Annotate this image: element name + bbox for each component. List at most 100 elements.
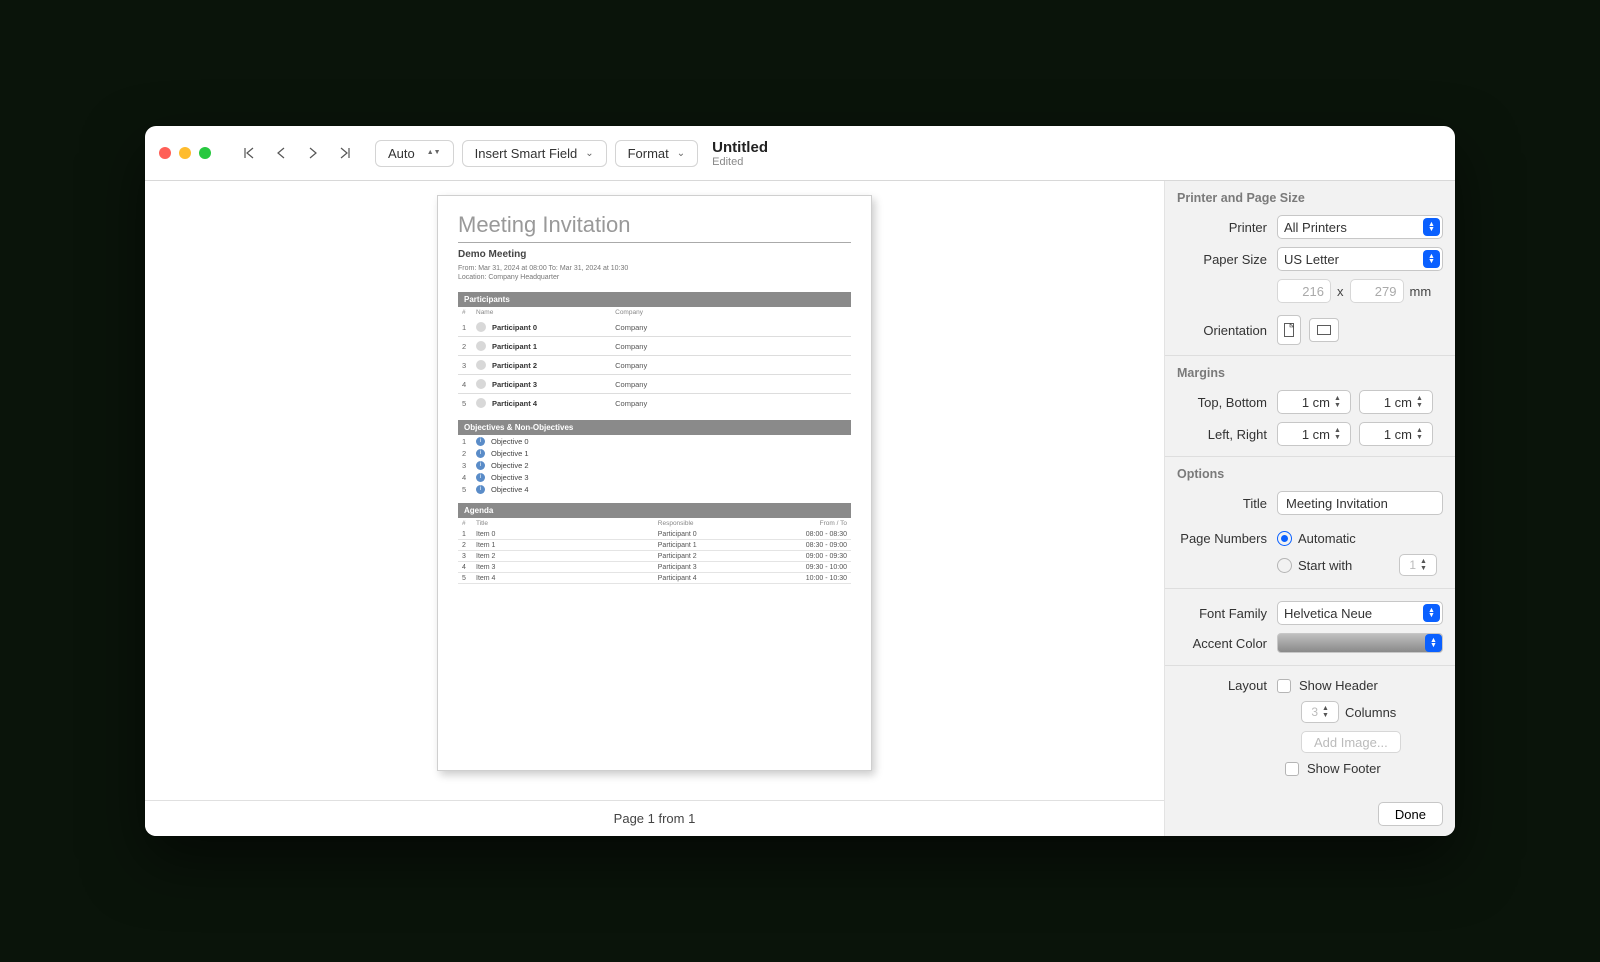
fullscreen-window-button[interactable] xyxy=(199,147,211,159)
app-window: Auto ▲▼ Insert Smart Field ⌄ Format ⌄ Un… xyxy=(145,126,1455,836)
select-caret-icon: ▲▼ xyxy=(1423,218,1440,236)
header-columns-stepper[interactable]: 3▲▼ xyxy=(1301,701,1339,723)
select-caret-icon: ▲▼ xyxy=(1423,604,1440,622)
show-header-checkbox[interactable] xyxy=(1277,679,1291,693)
page-height-input[interactable] xyxy=(1350,279,1404,303)
document-title-block: Untitled Edited xyxy=(712,139,768,168)
agenda-columns: # Title Responsible From / To xyxy=(458,518,851,529)
top-bottom-label: Top, Bottom xyxy=(1177,395,1277,410)
agenda-header: Agenda xyxy=(458,503,851,518)
toolbar: Auto ▲▼ Insert Smart Field ⌄ Format ⌄ Un… xyxy=(145,126,1455,181)
close-window-button[interactable] xyxy=(159,147,171,159)
select-caret-icon: ▲▼ xyxy=(1425,634,1442,652)
window-body: Meeting Invitation Demo Meeting From: Ma… xyxy=(145,181,1455,836)
insert-smart-field-dropdown[interactable]: Insert Smart Field ⌄ xyxy=(462,140,607,167)
title-input[interactable]: Meeting Invitation xyxy=(1277,491,1443,515)
printer-label: Printer xyxy=(1177,220,1277,235)
select-caret-icon: ▲▼ xyxy=(1423,250,1440,268)
portrait-icon xyxy=(1284,323,1294,337)
participant-row: 1Participant 0Company xyxy=(458,318,851,337)
avatar-icon xyxy=(476,379,486,389)
dimension-separator: x xyxy=(1337,284,1344,299)
add-image-button[interactable]: Add Image... xyxy=(1301,731,1401,753)
inspector-sidebar: Printer and Page Size Printer All Printe… xyxy=(1165,181,1455,836)
objective-icon: i xyxy=(476,473,485,482)
stepper-icon[interactable]: ▲▼ xyxy=(1322,702,1336,722)
window-controls xyxy=(159,147,211,159)
start-with-label: Start with xyxy=(1298,558,1399,573)
page-counter: Page 1 from 1 xyxy=(145,800,1164,836)
objective-icon: i xyxy=(476,461,485,470)
orientation-label: Orientation xyxy=(1177,323,1277,338)
chevron-down-icon: ⌄ xyxy=(677,148,685,159)
printer-select[interactable]: All Printers ▲▼ xyxy=(1277,215,1443,239)
section-printer: Printer and Page Size xyxy=(1165,181,1455,211)
page-title: Meeting Invitation xyxy=(458,212,851,238)
margin-top-input[interactable]: 1 cm▲▼ xyxy=(1277,390,1351,414)
landscape-icon xyxy=(1317,325,1331,335)
objective-row: 2iObjective 1 xyxy=(458,447,851,459)
dimension-unit: mm xyxy=(1410,284,1432,299)
last-page-button[interactable] xyxy=(329,139,361,167)
start-with-value[interactable]: 1▲▼ xyxy=(1399,554,1437,576)
margin-right-input[interactable]: 1 cm▲▼ xyxy=(1359,422,1433,446)
preview-pane: Meeting Invitation Demo Meeting From: Ma… xyxy=(145,181,1165,836)
zoom-dropdown[interactable]: Auto ▲▼ xyxy=(375,140,454,167)
preview-canvas[interactable]: Meeting Invitation Demo Meeting From: Ma… xyxy=(145,181,1164,800)
paper-size-label: Paper Size xyxy=(1177,252,1277,267)
agenda-row: 1Item 0Participant 008:00 - 08:30 xyxy=(458,529,851,540)
done-button[interactable]: Done xyxy=(1378,802,1443,826)
stepper-icon[interactable]: ▲▼ xyxy=(1416,392,1430,412)
updown-icon: ▲▼ xyxy=(427,150,441,156)
first-page-button[interactable] xyxy=(233,139,265,167)
paper-size-select[interactable]: US Letter ▲▼ xyxy=(1277,247,1443,271)
document-status: Edited xyxy=(712,156,768,168)
margin-left-input[interactable]: 1 cm▲▼ xyxy=(1277,422,1351,446)
page-numbers-automatic-radio[interactable] xyxy=(1277,531,1292,546)
format-dropdown[interactable]: Format ⌄ xyxy=(615,140,699,167)
document-title: Untitled xyxy=(712,139,768,156)
meta-line-2: Location: Company Headquarter xyxy=(458,273,851,282)
margin-bottom-input[interactable]: 1 cm▲▼ xyxy=(1359,390,1433,414)
participants-columns: # Name Company xyxy=(458,307,851,318)
zoom-value: Auto xyxy=(388,146,415,161)
insert-label: Insert Smart Field xyxy=(475,146,578,161)
section-options: Options xyxy=(1165,456,1455,487)
page-width-input[interactable] xyxy=(1277,279,1331,303)
chevron-down-icon: ⌄ xyxy=(585,148,593,159)
page-numbers-start-with-radio[interactable] xyxy=(1277,558,1292,573)
automatic-label: Automatic xyxy=(1298,531,1356,546)
avatar-icon xyxy=(476,360,486,370)
stepper-icon[interactable]: ▲▼ xyxy=(1420,555,1434,575)
show-footer-label: Show Footer xyxy=(1307,761,1381,776)
stepper-icon[interactable]: ▲▼ xyxy=(1334,424,1348,444)
orientation-portrait-button[interactable] xyxy=(1277,315,1301,345)
page-numbers-label: Page Numbers xyxy=(1177,531,1277,546)
page-preview: Meeting Invitation Demo Meeting From: Ma… xyxy=(437,195,872,771)
participant-row: 4Participant 3Company xyxy=(458,375,851,394)
stepper-icon[interactable]: ▲▼ xyxy=(1334,392,1348,412)
objective-row: 3iObjective 2 xyxy=(458,459,851,471)
title-rule xyxy=(458,242,851,243)
stepper-icon[interactable]: ▲▼ xyxy=(1416,424,1430,444)
agenda-row: 5Item 4Participant 410:00 - 10:30 xyxy=(458,573,851,584)
agenda-row: 3Item 2Participant 209:00 - 09:30 xyxy=(458,551,851,562)
show-header-label: Show Header xyxy=(1299,678,1378,693)
show-footer-checkbox[interactable] xyxy=(1285,762,1299,776)
avatar-icon xyxy=(476,322,486,332)
minimize-window-button[interactable] xyxy=(179,147,191,159)
section-margins: Margins xyxy=(1165,355,1455,386)
prev-page-button[interactable] xyxy=(265,139,297,167)
accent-color-picker[interactable]: ▲▼ xyxy=(1277,633,1443,653)
objective-icon: i xyxy=(476,449,485,458)
orientation-landscape-button[interactable] xyxy=(1309,318,1339,342)
agenda-row: 2Item 1Participant 108:30 - 09:00 xyxy=(458,540,851,551)
meeting-subtitle: Demo Meeting xyxy=(458,249,851,260)
page-navigation xyxy=(233,139,361,167)
font-family-select[interactable]: Helvetica Neue ▲▼ xyxy=(1277,601,1443,625)
objective-icon: i xyxy=(476,437,485,446)
objective-row: 5iObjective 4 xyxy=(458,483,851,495)
next-page-button[interactable] xyxy=(297,139,329,167)
columns-label: Columns xyxy=(1345,705,1396,720)
agenda-row: 4Item 3Participant 309:30 - 10:00 xyxy=(458,562,851,573)
